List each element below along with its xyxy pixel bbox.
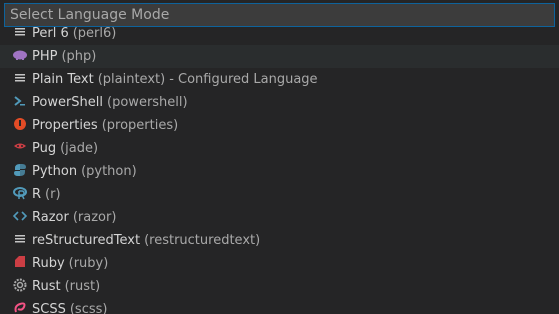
item-id: (jade) [60, 141, 99, 156]
list-item[interactable]: SCSS (scss) [0, 298, 559, 314]
item-label: R [32, 187, 42, 202]
pug-icon [12, 139, 28, 155]
item-label: reStructuredText [32, 233, 141, 248]
scss-icon [12, 300, 28, 314]
lines-icon [12, 24, 28, 40]
item-id: (perl6) [72, 26, 117, 41]
r-icon [12, 185, 28, 201]
list-item[interactable]: Razor (razor) [0, 206, 559, 229]
item-id: (razor) [72, 210, 117, 225]
php-icon [12, 47, 28, 63]
list-item[interactable]: PowerShell (powershell) [0, 91, 559, 114]
item-id: (restructuredtext) [144, 233, 261, 248]
item-label: PHP [32, 49, 58, 64]
item-note: - Configured Language [169, 72, 318, 87]
list-item[interactable]: Properties (properties) [0, 114, 559, 137]
item-id: (rust) [64, 279, 101, 294]
item-label: Pug [32, 141, 57, 156]
item-label: Properties [32, 118, 98, 133]
python-icon [12, 162, 28, 178]
item-id: (php) [61, 49, 97, 64]
code-icon [12, 208, 28, 224]
item-id: (properties) [101, 118, 179, 133]
ruby-icon [12, 254, 28, 270]
list-item[interactable]: PHP (php) [0, 45, 559, 68]
item-label: Python [32, 164, 78, 179]
item-label: Perl 6 [32, 26, 69, 41]
item-id: (python) [81, 164, 137, 179]
language-mode-picker: Perl 6(perl6) PHP(php) Plain Text(plaint… [0, 0, 559, 314]
item-label: Razor [32, 210, 69, 225]
item-id: (plaintext) [97, 72, 166, 87]
item-label: Ruby [32, 256, 65, 271]
rust-icon [12, 277, 28, 293]
language-list[interactable]: Perl 6 (perl6) PHP (php) Plain Text (plaint… [0, 22, 559, 314]
list-item[interactable]: R (r) [0, 183, 559, 206]
item-id: (scss) [69, 302, 108, 314]
list-item[interactable]: Python (python) [0, 160, 559, 183]
terminal-icon [12, 93, 28, 109]
item-label: SCSS [32, 302, 66, 314]
item-id: (r) [45, 187, 61, 202]
list-item[interactable]: Rust (rust) [0, 275, 559, 298]
list-item[interactable]: reStructuredText (restructuredtext) [0, 229, 559, 252]
properties-icon [12, 116, 28, 132]
lines-icon [12, 231, 28, 247]
item-id: (powershell) [107, 95, 188, 110]
item-id: (ruby) [68, 256, 109, 271]
lines-icon [12, 70, 28, 86]
item-label: Plain Text [32, 72, 94, 87]
list-item[interactable]: Plain Text (plaintext) - Configured Langua… [0, 68, 559, 91]
item-label: PowerShell [32, 95, 104, 110]
list-item[interactable]: Perl 6 (perl6) [0, 22, 559, 45]
list-item[interactable]: Pug (jade) [0, 137, 559, 160]
item-label: Rust [32, 279, 61, 294]
list-item[interactable]: Ruby (ruby) [0, 252, 559, 275]
